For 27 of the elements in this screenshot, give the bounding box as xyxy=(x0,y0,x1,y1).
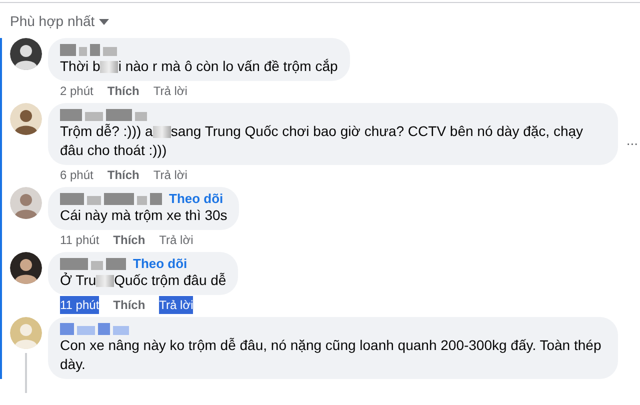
like-button[interactable]: Thích xyxy=(107,82,140,100)
reply-button[interactable]: Trả lời xyxy=(153,166,188,184)
avatar-icon[interactable] xyxy=(10,252,42,284)
comment-text: Thời b i nào r mà ô còn lo vấn đề trộm cắp xyxy=(60,57,338,76)
avatar-icon[interactable] xyxy=(10,38,42,70)
like-button[interactable]: Thích xyxy=(113,296,146,314)
blurred-name xyxy=(60,323,132,335)
caret-icon xyxy=(98,18,109,24)
comment-time[interactable]: 6 phút xyxy=(60,166,94,184)
like-button[interactable]: Thích xyxy=(107,166,140,184)
comment-text: Ở Tru Quốc trộm đâu dễ xyxy=(60,271,226,290)
follow-link[interactable]: Theo dõi xyxy=(133,254,188,274)
follow-link[interactable]: Theo dõi xyxy=(169,189,224,209)
like-button[interactable]: Thích xyxy=(113,231,146,249)
reply-button[interactable]: Trả lời xyxy=(159,231,194,249)
blurred-name xyxy=(60,44,120,56)
sort-dropdown[interactable]: Phù hợp nhất xyxy=(10,11,109,32)
comment-time[interactable]: 11 phút xyxy=(60,231,100,249)
comment-text: Trộm dễ? :))) a sang Trung Quốc chơi bao giờ chưa? CCTV bên nó dày đặc, chạy đâu cho thoát :))) xyxy=(60,122,584,160)
reply-button[interactable]: Trả lời xyxy=(153,82,188,100)
reply-button[interactable]: Trả lời xyxy=(159,296,194,314)
comment-time[interactable]: 2 phút xyxy=(60,82,94,100)
comment-time[interactable]: 11 phút xyxy=(60,296,100,314)
blurred-name xyxy=(60,258,129,270)
comment-text: Cái này mà trộm xe thì 30s xyxy=(60,206,228,225)
comment-text: Con xe nâng này ko trộm dễ đâu, nó nặng cũng loanh quanh 200-300kg đấy. Toàn thép dày. xyxy=(60,336,602,374)
avatar-icon[interactable] xyxy=(10,103,42,135)
